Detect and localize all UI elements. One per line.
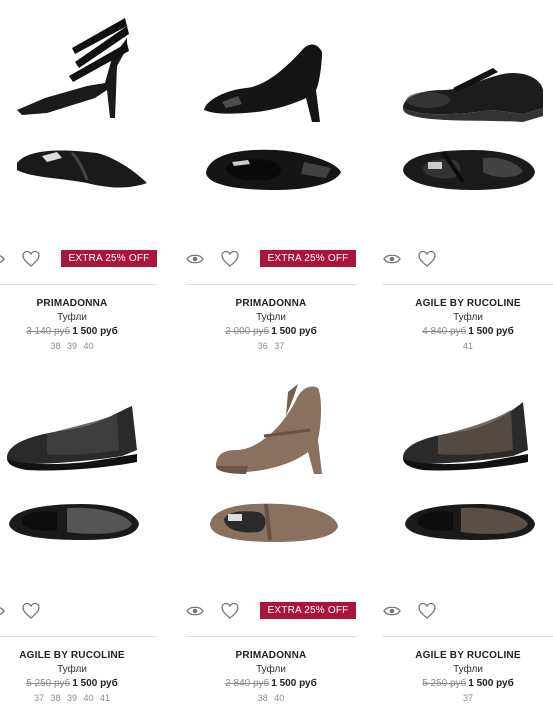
promo-badge: EXTRA 25% OFF [260,602,356,619]
eye-icon[interactable] [186,604,204,618]
new-price: 1 500 руб [271,326,317,337]
product-info[interactable]: PRIMADONNA Туфли 2 000 руб 1 500 руб 36 3… [186,297,356,352]
product-brand[interactable]: AGILE BY RUCOLINE [0,649,157,662]
product-brand[interactable]: PRIMADONNA [0,297,157,310]
product-category: Туфли [57,312,87,323]
product-image-top[interactable] [383,480,553,565]
product-image-side[interactable] [0,18,157,123]
product-sizes: 38 39 40 [50,341,94,351]
product-info[interactable]: AGILE BY RUCOLINE Туфли 4 840 руб 1 500 р… [383,297,553,352]
new-price: 1 500 руб [468,678,514,689]
promo-badge: EXTRA 25% OFF [260,250,356,267]
card-actions [383,248,553,270]
product-brand[interactable]: AGILE BY RUCOLINE [383,297,553,310]
product-brand[interactable]: AGILE BY RUCOLINE [383,649,553,662]
heart-icon[interactable] [220,249,240,269]
divider [186,636,356,637]
new-price: 1 500 руб [468,326,514,337]
old-price: 3 140 руб [26,326,71,337]
product-prices: 2 840 руб 1 500 руб [186,677,356,690]
old-price: 2 000 руб [225,326,270,337]
product-sizes: 38 40 [257,693,285,703]
heart-icon[interactable] [417,249,437,269]
eye-icon[interactable] [0,604,5,618]
product-category: Туфли [453,664,483,675]
product-prices: 3 140 руб 1 500 руб [0,325,157,338]
product-image-side[interactable] [383,18,553,123]
divider [186,284,356,285]
product-image-top[interactable] [186,480,356,565]
product-category: Туфли [256,664,286,675]
heart-icon[interactable] [417,601,437,621]
product-sizes: 36 37 [257,341,285,351]
card-actions [0,600,157,622]
eye-icon[interactable] [383,252,401,266]
product-category: Туфли [453,312,483,323]
heart-icon[interactable] [21,601,41,621]
card-actions: EXTRA 25% OFF [186,600,356,622]
old-price: 5 250 руб [422,678,467,689]
product-grid: EXTRA 25% OFF PRIMADONNA Туфли 3 140 руб… [0,0,553,703]
new-price: 1 500 руб [72,678,118,689]
divider [383,636,553,637]
new-price: 1 500 руб [271,678,317,689]
heart-icon[interactable] [21,249,41,269]
product-brand[interactable]: PRIMADONNA [186,649,356,662]
product-image-top[interactable] [0,480,157,565]
card-actions: EXTRA 25% OFF [186,248,356,270]
product-brand[interactable]: PRIMADONNA [186,297,356,310]
divider [0,636,157,637]
old-price: 2 840 руб [225,678,270,689]
promo-badge: EXTRA 25% OFF [61,250,157,267]
product-sizes: 41 [462,341,473,351]
eye-icon[interactable] [383,604,401,618]
product-prices: 5 250 руб 1 500 руб [383,677,553,690]
product-prices: 5 250 руб 1 500 руб [0,677,157,690]
new-price: 1 500 руб [72,326,118,337]
product-image-side[interactable] [383,370,553,475]
product-sizes: 37 [462,693,473,703]
product-info[interactable]: AGILE BY RUCOLINE Туфли 5 250 руб 1 500 р… [383,649,553,704]
product-info[interactable]: PRIMADONNA Туфли 3 140 руб 1 500 руб 38 3… [0,297,157,352]
heart-icon[interactable] [220,601,240,621]
product-info[interactable]: PRIMADONNA Туфли 2 840 руб 1 500 руб 38 4… [186,649,356,704]
eye-icon[interactable] [0,252,5,266]
product-category: Туфли [57,664,87,675]
product-image-side[interactable] [0,370,157,475]
product-image-side[interactable] [186,370,356,475]
card-actions: EXTRA 25% OFF [0,248,157,270]
product-info[interactable]: AGILE BY RUCOLINE Туфли 5 250 руб 1 500 р… [0,649,157,704]
product-image-top[interactable] [383,128,553,213]
product-category: Туфли [256,312,286,323]
eye-icon[interactable] [186,252,204,266]
product-image-top[interactable] [0,128,157,213]
old-price: 4 840 руб [422,326,467,337]
product-image-top[interactable] [186,128,356,213]
divider [0,284,157,285]
product-sizes: 37 38 39 40 41 [33,693,111,703]
divider [383,284,553,285]
product-prices: 2 000 руб 1 500 руб [186,325,356,338]
old-price: 5 250 руб [26,678,71,689]
product-image-side[interactable] [186,18,356,123]
product-prices: 4 840 руб 1 500 руб [383,325,553,338]
card-actions [383,600,553,622]
